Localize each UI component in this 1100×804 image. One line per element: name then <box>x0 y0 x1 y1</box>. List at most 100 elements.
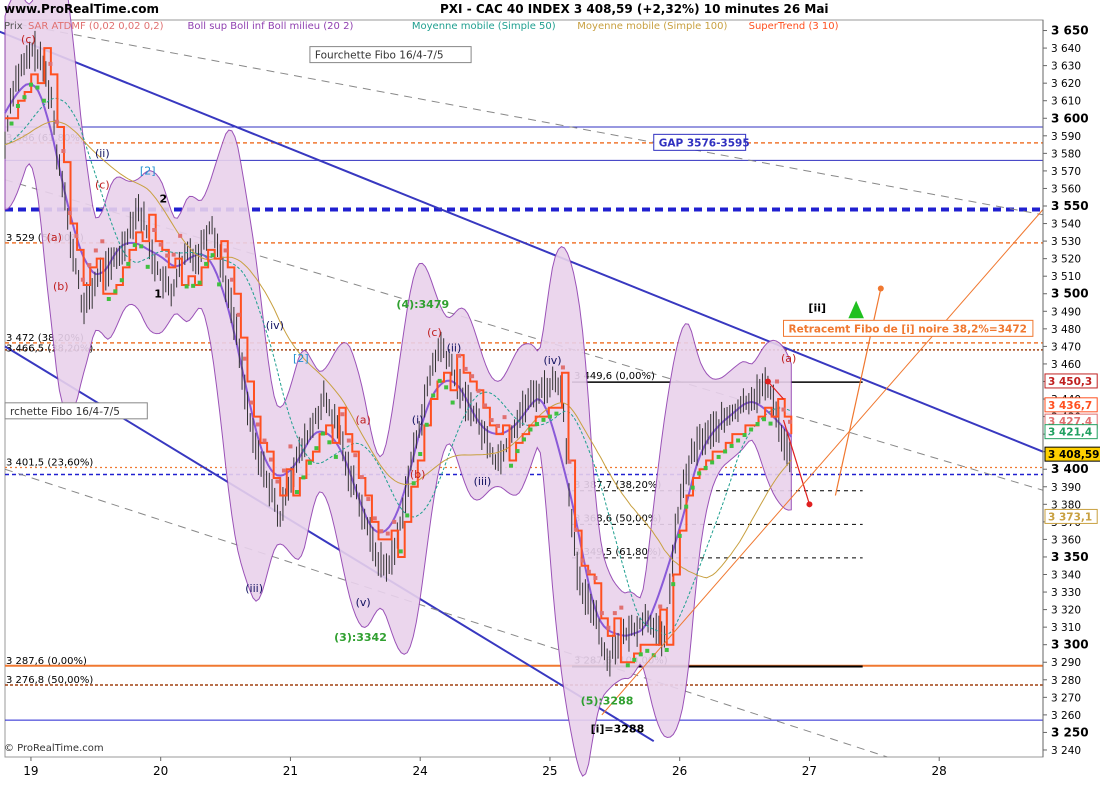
sar-dot <box>476 388 481 393</box>
sar-dot <box>340 412 345 417</box>
sar-dot <box>567 459 572 464</box>
sar-dot <box>217 282 222 287</box>
site-name: www.ProRealTime.com <box>4 2 159 16</box>
y-tick-label: 3 580 <box>1051 148 1081 160</box>
wave-label: 2 <box>159 192 167 205</box>
legend-item: Boll sup Boll inf Boll milieu (20 2) <box>188 21 354 32</box>
sar-dot <box>48 61 53 66</box>
sar-dot <box>502 415 507 420</box>
level-label: 3 276,8 (50,00%) <box>6 675 93 686</box>
y-tick-label: 3 640 <box>1051 43 1081 55</box>
x-tick-label: 21 <box>283 764 298 778</box>
indicator-legend: SAR ATDMF (0,02 0,02 0,2) Boll sup Boll i… <box>28 21 839 32</box>
sar-dot <box>392 519 397 524</box>
wave-label: (a) <box>47 231 62 244</box>
sar-dot <box>22 95 27 100</box>
sar-dot <box>755 422 760 427</box>
sar-dot <box>268 457 273 462</box>
x-tick-label: 20 <box>153 764 168 778</box>
sar-dot <box>132 243 137 248</box>
sar-dot <box>515 449 520 454</box>
y-tick-label: 3 530 <box>1051 236 1081 248</box>
sar-dot <box>528 427 533 432</box>
y-tick-label: 3 480 <box>1051 324 1081 336</box>
sar-dot <box>697 471 702 476</box>
price-chart[interactable]: 19 20 21 24 25 26 27 28 3 449,6 (0,00%)3 387,7 … <box>0 0 1100 800</box>
sar-dot <box>307 460 312 465</box>
y-tick-label: 3 240 <box>1051 745 1081 757</box>
sar-dot <box>359 475 364 480</box>
sar-dot <box>379 529 384 534</box>
y-tick-label: 3 490 <box>1051 306 1081 318</box>
sar-dot <box>775 379 780 384</box>
y-tick-label: 3 520 <box>1051 254 1081 266</box>
sar-dot <box>346 438 351 443</box>
price-tag-text: 3 436,7 <box>1048 400 1092 412</box>
retracement-text: Retracemt Fibo de [i] noire 38,2%=3472 <box>789 323 1027 335</box>
sar-dot <box>152 227 157 232</box>
sar-dot <box>580 558 585 563</box>
y-tick-label: 3 320 <box>1051 605 1081 617</box>
sar-dot <box>483 403 488 408</box>
arrow-head <box>877 285 884 292</box>
arrow-head <box>764 378 771 385</box>
y-tick-label: 3 260 <box>1051 710 1081 722</box>
y-tick-label: 3 540 <box>1051 219 1081 231</box>
sar-dot <box>320 431 325 436</box>
sar-dot <box>249 400 254 405</box>
chart-root: 19 20 21 24 25 26 27 28 3 449,6 (0,00%) 3 387,7 … <box>0 0 1100 800</box>
sar-dot <box>781 407 786 412</box>
sar-dot <box>573 527 578 532</box>
sar-dot <box>710 460 715 465</box>
sar-dot <box>327 440 332 445</box>
wave-label: (4):3479 <box>396 298 449 311</box>
y-tick-label: 3 600 <box>1051 111 1089 125</box>
sar-dot <box>61 149 66 154</box>
sar-dot <box>366 497 371 502</box>
y-tick-label: 3 390 <box>1051 482 1081 494</box>
sar-dot <box>677 533 682 538</box>
sar-dot <box>93 248 98 253</box>
sar-dot <box>87 263 92 268</box>
sar-dot <box>534 422 539 427</box>
price-tag-text: 3 408,59 <box>1048 449 1099 461</box>
y-tick-label: 3 570 <box>1051 166 1081 178</box>
sar-dot <box>749 427 754 432</box>
sar-dot <box>15 103 20 108</box>
sar-dot <box>703 465 708 470</box>
sar-dot <box>113 289 118 294</box>
sar-dot <box>664 647 669 652</box>
sar-dot <box>106 297 111 302</box>
sar-dot <box>444 385 449 390</box>
y-tick-label: 3 350 <box>1051 550 1089 564</box>
y-tick-label: 3 620 <box>1051 78 1081 90</box>
sar-dot <box>398 549 403 554</box>
sar-dot <box>599 611 604 616</box>
y-tick-label: 3 460 <box>1051 359 1081 371</box>
wave-label: [2] <box>140 164 156 177</box>
sar-dot <box>28 82 33 87</box>
wave-label: (iv) <box>266 319 284 332</box>
sar-dot <box>762 417 767 422</box>
sar-dot <box>612 611 617 616</box>
sar-dot <box>145 264 150 269</box>
price-label: Prix <box>4 21 23 32</box>
y-tick-label: 3 280 <box>1051 675 1081 687</box>
fibo-left-text: rchette Fibo 16/4-7/5 <box>10 406 120 418</box>
sar-dot <box>684 504 689 509</box>
sar-dot <box>606 625 611 630</box>
wave-label: [ii] <box>808 301 826 314</box>
sar-dot <box>204 261 209 266</box>
sar-dot <box>184 284 189 289</box>
sar-dot <box>736 438 741 443</box>
sar-dot <box>658 604 663 609</box>
sar-dot <box>638 652 643 657</box>
wave-label: (b) <box>410 468 426 481</box>
sar-dot <box>210 253 215 258</box>
sar-dot <box>119 278 124 283</box>
x-tick-label: 19 <box>23 764 38 778</box>
sar-dot <box>463 366 468 371</box>
sar-dot <box>619 605 624 610</box>
sar-dot <box>191 283 196 288</box>
wave-label: (c) <box>21 33 36 46</box>
